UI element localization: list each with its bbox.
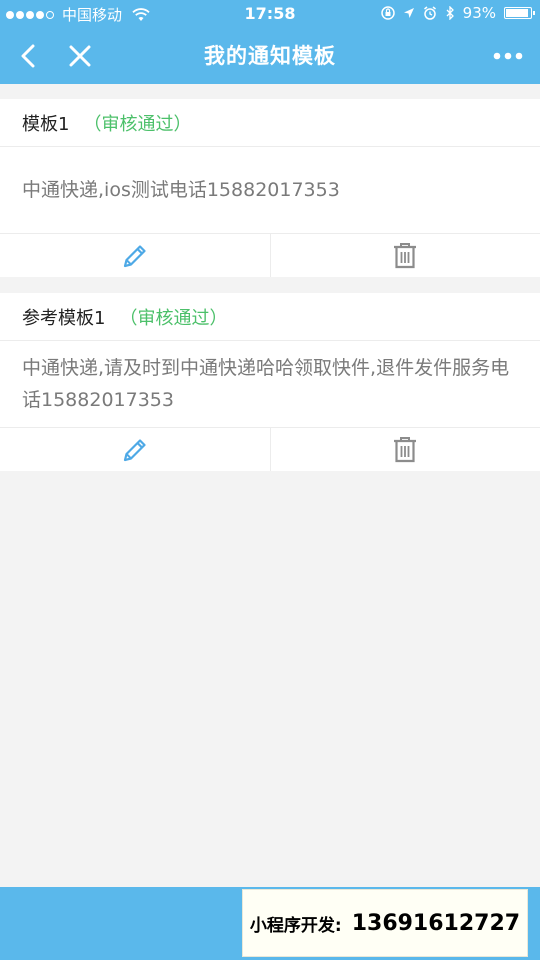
template-status: （审核通过） <box>119 307 228 329</box>
template-header: 参考模板1 （审核通过） <box>0 293 540 341</box>
edit-template-button[interactable] <box>0 234 270 277</box>
contact-phone: 13691612727 <box>351 910 521 936</box>
template-status: （审核通过） <box>83 113 192 135</box>
template-header: 模板1 （审核通过） <box>0 99 540 147</box>
more-button[interactable] <box>486 28 530 84</box>
battery-fill <box>506 9 529 17</box>
location-arrow-icon <box>403 8 414 18</box>
edit-template-button[interactable] <box>0 428 270 471</box>
nav-bar: 我的通知模板 <box>0 28 540 84</box>
template-actions <box>0 234 540 277</box>
status-bar: 中国移动 17:58 93% <box>0 0 540 28</box>
bluetooth-icon <box>446 6 454 20</box>
template-card: 参考模板1 （审核通过） 中通快递,请及时到中通快递哈哈领取快件,退件发件服务电… <box>0 293 540 471</box>
template-content: 中通快递,ios测试电话15882017353 <box>0 147 540 234</box>
pencil-icon <box>123 244 146 267</box>
delete-template-button[interactable] <box>269 234 540 277</box>
contact-overlay: 小程序开发: 13691612727 <box>243 890 527 956</box>
battery-icon <box>504 7 535 19</box>
alarm-icon <box>423 6 436 20</box>
template-content: 中通快递,请及时到中通快递哈哈领取快件,退件发件服务电话15882017353 <box>0 341 540 428</box>
delete-template-button[interactable] <box>269 428 540 471</box>
trash-icon <box>394 436 417 462</box>
contact-label: 小程序开发: <box>249 915 342 936</box>
battery-percent: 93% <box>462 4 496 22</box>
status-right: 93% <box>380 4 535 22</box>
template-card: 模板1 （审核通过） 中通快递,ios测试电话15882017353 <box>0 99 540 277</box>
template-title: 参考模板1 <box>22 307 106 329</box>
page-title: 我的通知模板 <box>204 44 336 68</box>
trash-icon <box>394 242 417 268</box>
orientation-lock-icon <box>380 6 395 20</box>
template-actions <box>0 428 540 471</box>
template-title: 模板1 <box>22 113 70 135</box>
more-dots-icon <box>493 52 523 60</box>
pencil-icon <box>123 438 146 461</box>
